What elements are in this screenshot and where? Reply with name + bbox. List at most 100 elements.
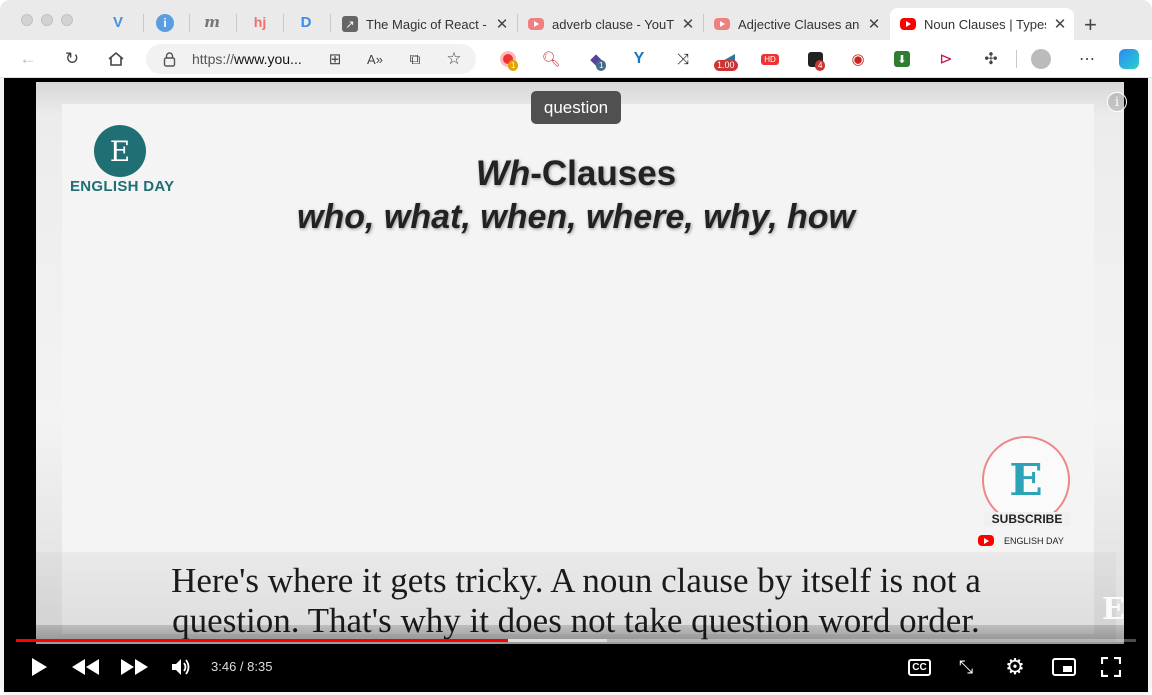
- magnifier-icon: 🔍︎: [541, 51, 561, 68]
- extension-dark[interactable]: 4: [805, 49, 826, 71]
- home-button[interactable]: [105, 48, 127, 70]
- extension-badge: 1: [508, 60, 519, 71]
- tab-title: The Magic of React -: [366, 16, 487, 32]
- address-bar[interactable]: https://www.you... ⊞ A» ⧉ ☆: [146, 44, 476, 74]
- extension-search[interactable]: 🔍︎: [541, 49, 561, 69]
- close-tab-icon[interactable]: ✕: [680, 15, 696, 33]
- fullscreen-icon: [1101, 657, 1121, 677]
- media-play-icon: ⧉: [409, 50, 421, 68]
- back-arrow-icon: ←: [19, 49, 37, 68]
- shuffle-icon: ⤨: [676, 50, 689, 68]
- video-info-button[interactable]: i: [1107, 92, 1127, 112]
- subscribe-logo-glyph: E: [1009, 454, 1043, 506]
- extension-puzzle-purple[interactable]: ◆ 1: [586, 49, 607, 71]
- fast-forward-icon: [121, 659, 148, 675]
- extension-badge: 1: [596, 60, 607, 71]
- slide-title-rest: -Clauses: [530, 154, 677, 193]
- channel-name: ENGLISH DAY: [1004, 535, 1064, 546]
- m-icon: m: [204, 13, 220, 31]
- extension-speed[interactable]: 1.00: [714, 49, 738, 71]
- slide-subtitle: who, what, when, where, why, how: [297, 198, 855, 236]
- reload-button[interactable]: ↻: [61, 48, 83, 70]
- subscribe-channel: ENGLISH DAY: [978, 533, 1078, 548]
- extension-vee[interactable]: Y: [629, 49, 649, 69]
- close-tab-icon[interactable]: ✕: [866, 15, 882, 33]
- extension-badge: 4: [815, 60, 826, 71]
- extension-video-red[interactable]: ◉: [848, 49, 868, 69]
- apps-grid-icon: ⊞: [328, 51, 342, 68]
- extension-recorder[interactable]: 1: [498, 49, 519, 71]
- miniplayer-button[interactable]: ⤡: [955, 655, 977, 679]
- settings-more-button[interactable]: ⋯: [1077, 49, 1097, 69]
- back-button[interactable]: ←: [17, 48, 39, 70]
- minimize-window-button[interactable]: [41, 14, 53, 26]
- progress-bar[interactable]: [16, 639, 1136, 642]
- extension-hd[interactable]: HD: [760, 49, 780, 69]
- tab-separator: [283, 14, 284, 32]
- tab-strip: V i m hj D ↗ The Magic of React - ✕ adve…: [0, 0, 1152, 42]
- volume-icon: [172, 659, 190, 675]
- slide-title: Wh-Clauses: [276, 154, 876, 194]
- hd-icon: HD: [761, 53, 779, 65]
- pinned-tab-d[interactable]: D: [296, 12, 316, 32]
- pinned-tab-hotjar[interactable]: hj: [250, 12, 270, 32]
- more-dots-icon: ⋯: [1079, 51, 1095, 68]
- settings-button[interactable]: ⚙: [1004, 654, 1026, 679]
- rewind-button[interactable]: [70, 655, 100, 679]
- d-icon: D: [300, 13, 312, 31]
- shrink-icon: ⤡: [958, 656, 974, 677]
- rewind-icon: [72, 659, 99, 675]
- tab-adverb-clause[interactable]: adverb clause - YouT ✕: [518, 8, 702, 40]
- logo-glyph: E: [109, 134, 131, 168]
- channel-watermark[interactable]: E: [1102, 592, 1125, 627]
- tab-magic-of-react[interactable]: ↗ The Magic of React - ✕: [332, 8, 516, 40]
- extension-download[interactable]: ⬇: [892, 49, 912, 69]
- extension-shuffle[interactable]: ⤨: [673, 49, 693, 69]
- close-window-button[interactable]: [21, 14, 33, 26]
- pinned-tab-vee[interactable]: V: [108, 12, 128, 32]
- hover-tooltip: question: [531, 91, 621, 124]
- english-day-logo: E: [94, 125, 146, 177]
- extensions-button[interactable]: ✣: [981, 49, 1001, 69]
- browser-toolbar: ← ↻ https://www.you... ⊞ A» ⧉ ☆ 1 🔍︎ ◆ 1…: [0, 40, 1152, 78]
- new-tab-button[interactable]: +: [1084, 12, 1097, 38]
- tab-separator: [330, 14, 331, 32]
- copilot-button[interactable]: [1119, 49, 1139, 69]
- app-available-button[interactable]: ⊞: [324, 48, 346, 70]
- slide-title-italic: Wh: [475, 154, 531, 193]
- gear-icon: ⚙: [1005, 654, 1025, 679]
- media-button[interactable]: ⧉: [404, 48, 426, 70]
- mute-button[interactable]: [170, 655, 192, 679]
- close-tab-icon[interactable]: ✕: [494, 15, 510, 33]
- fast-forward-button[interactable]: [120, 655, 150, 679]
- theater-mode-button[interactable]: [1051, 655, 1077, 679]
- pinned-tab-m[interactable]: m: [202, 12, 222, 32]
- play-button[interactable]: [28, 655, 50, 679]
- youtube-favicon-icon: [714, 16, 730, 32]
- info-icon: i: [1114, 94, 1120, 110]
- theater-icon: [1052, 658, 1076, 676]
- profile-button[interactable]: [1031, 49, 1051, 69]
- url-text: https://www.you...: [192, 51, 302, 67]
- fullscreen-button[interactable]: [1100, 655, 1122, 679]
- video-circle-icon: ◉: [851, 51, 865, 68]
- plus-icon: +: [1084, 12, 1097, 37]
- favorite-button[interactable]: ☆: [443, 48, 465, 70]
- pinned-tab-info[interactable]: i: [156, 14, 174, 32]
- copilot-icon: [1119, 49, 1139, 69]
- captions-button[interactable]: CC: [907, 655, 932, 679]
- lock-icon: [163, 52, 176, 67]
- tab-noun-clauses[interactable]: Noun Clauses | Types ✕: [890, 8, 1074, 40]
- extension-play[interactable]: ⊳: [936, 49, 956, 69]
- youtube-favicon-icon: [528, 16, 544, 32]
- zoom-window-button[interactable]: [61, 14, 73, 26]
- close-tab-icon[interactable]: ✕: [1052, 15, 1068, 33]
- subscribe-logo[interactable]: E: [982, 436, 1070, 524]
- tab-adjective-clauses[interactable]: Adjective Clauses and ✕: [704, 8, 888, 40]
- avatar-icon: [1031, 49, 1051, 69]
- cc-icon: CC: [908, 658, 931, 676]
- play-icon: [32, 658, 47, 676]
- read-aloud-button[interactable]: A»: [364, 48, 386, 70]
- tab-title: Adjective Clauses and: [738, 16, 860, 32]
- played-bar: [16, 639, 508, 642]
